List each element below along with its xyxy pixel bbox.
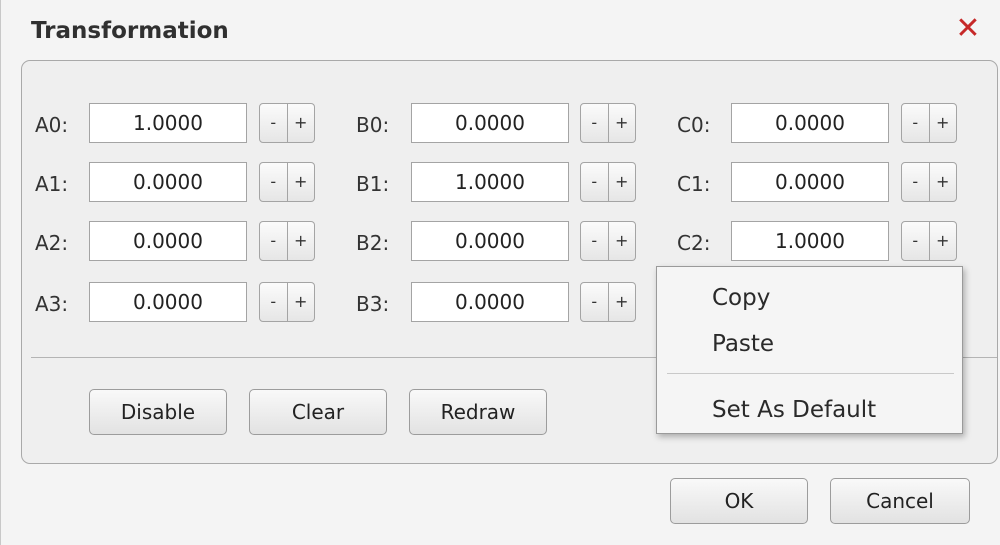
menu-item-paste[interactable]: Paste bbox=[712, 329, 774, 359]
label-a0: A0: bbox=[35, 113, 69, 137]
transformation-dialog: Transformation ✕ A0: - + B0: - + C0: - +… bbox=[0, 0, 1000, 545]
decrement-button[interactable]: - bbox=[901, 221, 930, 261]
input-b0[interactable] bbox=[411, 103, 569, 143]
decrement-button[interactable]: - bbox=[259, 162, 288, 202]
decrement-button[interactable]: - bbox=[580, 221, 609, 261]
decrement-button[interactable]: - bbox=[259, 221, 288, 261]
menu-separator bbox=[667, 373, 954, 374]
stepper-c2: - + bbox=[901, 221, 957, 261]
stepper-b1: - + bbox=[580, 162, 636, 202]
increment-button[interactable]: + bbox=[608, 162, 636, 202]
increment-button[interactable]: + bbox=[608, 282, 636, 322]
label-b1: B1: bbox=[356, 172, 390, 196]
context-menu: Copy Paste Set As Default bbox=[656, 266, 963, 434]
cancel-button[interactable]: Cancel bbox=[830, 478, 970, 524]
label-a2: A2: bbox=[35, 231, 69, 255]
decrement-button[interactable]: - bbox=[901, 162, 930, 202]
label-c2: C2: bbox=[677, 231, 711, 255]
ok-button[interactable]: OK bbox=[670, 478, 808, 524]
decrement-button[interactable]: - bbox=[580, 103, 609, 143]
decrement-button[interactable]: - bbox=[259, 103, 288, 143]
close-icon[interactable]: ✕ bbox=[951, 12, 985, 46]
label-a3: A3: bbox=[35, 292, 69, 316]
increment-button[interactable]: + bbox=[929, 103, 957, 143]
label-c1: C1: bbox=[677, 172, 711, 196]
label-c0: C0: bbox=[677, 113, 711, 137]
increment-button[interactable]: + bbox=[929, 221, 957, 261]
clear-button[interactable]: Clear bbox=[249, 389, 387, 435]
stepper-a3: - + bbox=[259, 282, 315, 322]
stepper-a1: - + bbox=[259, 162, 315, 202]
decrement-button[interactable]: - bbox=[580, 282, 609, 322]
label-b2: B2: bbox=[356, 231, 390, 255]
disable-button[interactable]: Disable bbox=[89, 389, 227, 435]
label-b0: B0: bbox=[356, 113, 390, 137]
increment-button[interactable]: + bbox=[287, 221, 315, 261]
increment-button[interactable]: + bbox=[287, 162, 315, 202]
decrement-button[interactable]: - bbox=[259, 282, 288, 322]
decrement-button[interactable]: - bbox=[901, 103, 930, 143]
menu-item-copy[interactable]: Copy bbox=[712, 283, 770, 313]
input-c1[interactable] bbox=[731, 162, 889, 202]
increment-button[interactable]: + bbox=[608, 103, 636, 143]
increment-button[interactable]: + bbox=[929, 162, 957, 202]
label-b3: B3: bbox=[356, 292, 390, 316]
increment-button[interactable]: + bbox=[287, 103, 315, 143]
stepper-c0: - + bbox=[901, 103, 957, 143]
stepper-a2: - + bbox=[259, 221, 315, 261]
label-a1: A1: bbox=[35, 172, 69, 196]
input-a3[interactable] bbox=[89, 282, 247, 322]
decrement-button[interactable]: - bbox=[580, 162, 609, 202]
stepper-b2: - + bbox=[580, 221, 636, 261]
input-b2[interactable] bbox=[411, 221, 569, 261]
input-b3[interactable] bbox=[411, 282, 569, 322]
input-c0[interactable] bbox=[731, 103, 889, 143]
input-a0[interactable] bbox=[89, 103, 247, 143]
dialog-title: Transformation bbox=[31, 18, 229, 44]
input-b1[interactable] bbox=[411, 162, 569, 202]
input-a2[interactable] bbox=[89, 221, 247, 261]
stepper-b0: - + bbox=[580, 103, 636, 143]
stepper-a0: - + bbox=[259, 103, 315, 143]
stepper-b3: - + bbox=[580, 282, 636, 322]
stepper-c1: - + bbox=[901, 162, 957, 202]
menu-item-set-as-default[interactable]: Set As Default bbox=[712, 395, 876, 425]
redraw-button[interactable]: Redraw bbox=[409, 389, 547, 435]
increment-button[interactable]: + bbox=[287, 282, 315, 322]
increment-button[interactable]: + bbox=[608, 221, 636, 261]
input-c2[interactable] bbox=[731, 221, 889, 261]
input-a1[interactable] bbox=[89, 162, 247, 202]
